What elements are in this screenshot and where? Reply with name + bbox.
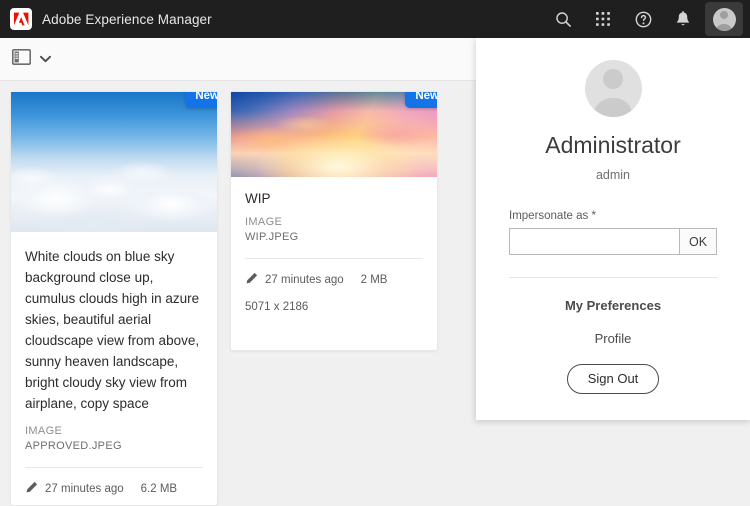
chevron-down-icon <box>40 50 51 68</box>
impersonate-row: OK <box>509 228 717 255</box>
impersonate-ok-button[interactable]: OK <box>679 228 717 255</box>
header-actions <box>543 0 750 38</box>
rail-toggle-button[interactable] <box>0 48 51 70</box>
app-root: Adobe Experience Manager New White cloud… <box>0 0 750 506</box>
status-badge: New <box>185 92 217 108</box>
asset-card-body: White clouds on blue sky background clos… <box>11 232 217 506</box>
asset-meta-row: 27 minutes ago 2 MB <box>245 259 423 288</box>
asset-title: WIP <box>245 191 271 206</box>
asset-card[interactable]: New WIP IMAGE WIP.JPEG 27 minutes ago 2 … <box>230 91 438 351</box>
bell-icon[interactable] <box>663 0 703 38</box>
pencil-icon <box>245 272 258 288</box>
user-avatar-button[interactable] <box>705 2 743 36</box>
apps-grid-icon[interactable] <box>583 0 623 38</box>
user-avatar-large-icon <box>584 60 642 117</box>
popover-divider <box>509 277 717 278</box>
asset-thumbnail[interactable]: New <box>231 92 437 177</box>
asset-size: 2 MB <box>360 274 388 286</box>
my-preferences-link[interactable]: My Preferences <box>565 298 661 313</box>
asset-modified: 27 minutes ago <box>45 483 124 495</box>
brand-area[interactable]: Adobe Experience Manager <box>0 8 212 30</box>
asset-type: IMAGE <box>245 216 283 228</box>
asset-filename: APPROVED.JPEG <box>25 440 122 452</box>
user-avatar-icon <box>712 7 736 31</box>
user-id: admin <box>595 168 631 182</box>
profile-link[interactable]: Profile <box>595 331 632 346</box>
rail-toggle-icon <box>12 48 31 70</box>
search-icon[interactable] <box>543 0 583 38</box>
pencil-icon <box>25 481 38 497</box>
asset-card[interactable]: New White clouds on blue sky background … <box>10 91 218 506</box>
top-header-bar: Adobe Experience Manager <box>0 0 750 38</box>
thumbnail-image <box>11 92 217 232</box>
asset-modified: 27 minutes ago <box>265 274 344 286</box>
sign-out-button[interactable]: Sign Out <box>566 364 660 394</box>
asset-filename: WIP.JPEG <box>245 231 299 243</box>
asset-type: IMAGE <box>25 425 63 437</box>
impersonate-label: Impersonate as * <box>509 210 596 222</box>
asset-card-body: WIP IMAGE WIP.JPEG 27 minutes ago 2 MB 5… <box>231 177 437 313</box>
impersonate-input[interactable] <box>509 228 679 255</box>
asset-meta-row: 27 minutes ago 6.2 MB <box>25 468 203 497</box>
user-display-name: Administrator <box>545 132 681 158</box>
asset-size: 6.2 MB <box>140 483 178 495</box>
adobe-logo-icon <box>10 8 32 30</box>
asset-dimensions: 5616 x 3744 <box>25 497 203 506</box>
status-badge: New <box>405 92 437 108</box>
brand-title: Adobe Experience Manager <box>42 11 212 27</box>
user-profile-popover: Administrator admin Impersonate as * OK … <box>476 38 750 420</box>
asset-dimensions: 5071 x 2186 <box>245 301 309 313</box>
asset-thumbnail[interactable]: New <box>11 92 217 232</box>
help-icon[interactable] <box>623 0 663 38</box>
asset-title: White clouds on blue sky background clos… <box>25 249 200 411</box>
